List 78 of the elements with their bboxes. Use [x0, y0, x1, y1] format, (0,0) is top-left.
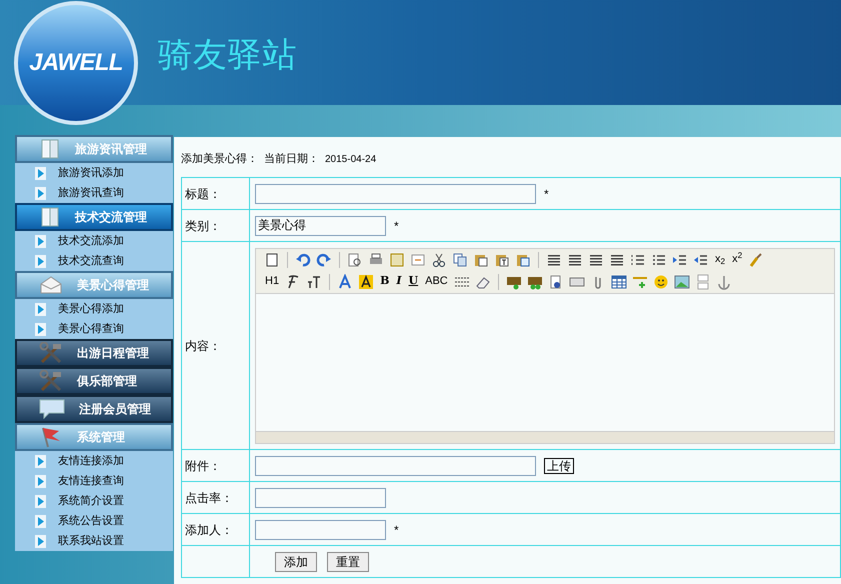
play-icon [35, 494, 46, 508]
book-icon [39, 139, 61, 159]
hammer-wrench-icon [39, 342, 63, 364]
form-button[interactable]: 重置 [327, 552, 369, 572]
text-field[interactable] [255, 184, 536, 204]
play-icon [35, 254, 46, 268]
copy-icon[interactable] [452, 252, 468, 268]
menu-group-header[interactable]: 俱乐部管理 [15, 367, 173, 395]
strikethrough-button[interactable]: ABC [424, 273, 449, 290]
brush-icon[interactable] [748, 252, 764, 268]
subscript-button[interactable]: x$_{2}$ [714, 251, 726, 268]
menu-item[interactable]: 旅游资讯添加 [15, 163, 173, 183]
menu-item[interactable]: 技术交流添加 [15, 231, 173, 251]
required-mark: * [544, 186, 549, 202]
field-label: 类别： [185, 218, 221, 232]
required-mark: * [394, 522, 399, 538]
menu-group-header[interactable]: 注册会员管理 [15, 395, 173, 423]
menu-item[interactable]: 联系我站设置 [15, 531, 173, 551]
logo-text: JAWELL [29, 48, 123, 78]
play-icon [35, 234, 46, 248]
menu-item[interactable]: 技术交流查询 [15, 251, 173, 271]
hammer-wrench-icon [39, 370, 63, 392]
underline-button[interactable]: U [408, 273, 420, 290]
code-icon[interactable] [410, 252, 426, 268]
smiley-icon[interactable] [652, 274, 669, 290]
attachment-field[interactable] [255, 456, 536, 476]
current-date: 2015-04-24 [325, 152, 376, 166]
date-label: 当前日期： [264, 152, 319, 167]
play-icon [35, 302, 46, 316]
play-icon [35, 186, 46, 200]
font-size-icon[interactable] [306, 274, 322, 290]
menu-item[interactable]: 美景心得查询 [15, 319, 173, 339]
document-icon[interactable] [264, 252, 280, 268]
field-label: 标题： [185, 186, 221, 200]
scissors-icon[interactable] [431, 252, 447, 268]
field-label: 内容： [185, 338, 221, 352]
speech-bubble-icon [39, 399, 65, 419]
bold-button[interactable]: B [379, 273, 390, 290]
highlight-icon[interactable] [358, 274, 374, 290]
menu-item[interactable]: 旅游资讯查询 [15, 183, 173, 203]
play-icon [35, 454, 46, 468]
play-icon [35, 514, 46, 528]
form-button[interactable]: 添加 [275, 552, 317, 572]
resize-handle[interactable] [256, 430, 834, 442]
font-color-icon[interactable] [337, 274, 354, 290]
text-field[interactable] [255, 520, 386, 540]
text-field[interactable]: 美景心得 [255, 216, 386, 236]
undo-icon[interactable] [295, 252, 311, 268]
redo-icon[interactable] [316, 252, 332, 268]
italic-button[interactable]: I [395, 273, 403, 290]
envelope-icon [39, 276, 63, 294]
text-field[interactable] [255, 488, 386, 508]
play-icon [35, 534, 46, 548]
upload-button[interactable]: 上传 [544, 458, 574, 474]
picture-icon[interactable] [674, 274, 690, 290]
menu-item[interactable]: 系统公告设置 [15, 511, 173, 531]
menu-item[interactable]: 系统简介设置 [15, 491, 173, 511]
play-icon [35, 322, 46, 336]
menu-item[interactable]: 美景心得添加 [15, 299, 173, 319]
site-title: 骑友驿站 [158, 35, 298, 76]
required-mark: * [394, 218, 399, 234]
field-label: 点击率： [185, 490, 233, 504]
field-label: 附件： [185, 458, 221, 472]
template-icon[interactable] [389, 252, 405, 268]
book-icon [39, 207, 61, 227]
superscript-button[interactable]: x$^{2}$ [731, 251, 744, 268]
menu-group-header[interactable]: 技术交流管理 [15, 203, 173, 231]
field-label: 添加人： [185, 522, 233, 536]
heading-button[interactable]: H1 [264, 273, 280, 290]
table-icon[interactable] [610, 274, 627, 290]
form-caption: 添加美景心得： [181, 152, 258, 167]
preview-icon[interactable] [347, 252, 363, 268]
anchor-icon[interactable] [716, 274, 732, 290]
play-icon [35, 474, 46, 488]
menu-item[interactable]: 友情连接添加 [15, 451, 173, 471]
play-icon [35, 166, 46, 180]
menu-group-header[interactable]: 出游日程管理 [15, 339, 173, 367]
menu-item[interactable]: 友情连接查询 [15, 471, 173, 491]
